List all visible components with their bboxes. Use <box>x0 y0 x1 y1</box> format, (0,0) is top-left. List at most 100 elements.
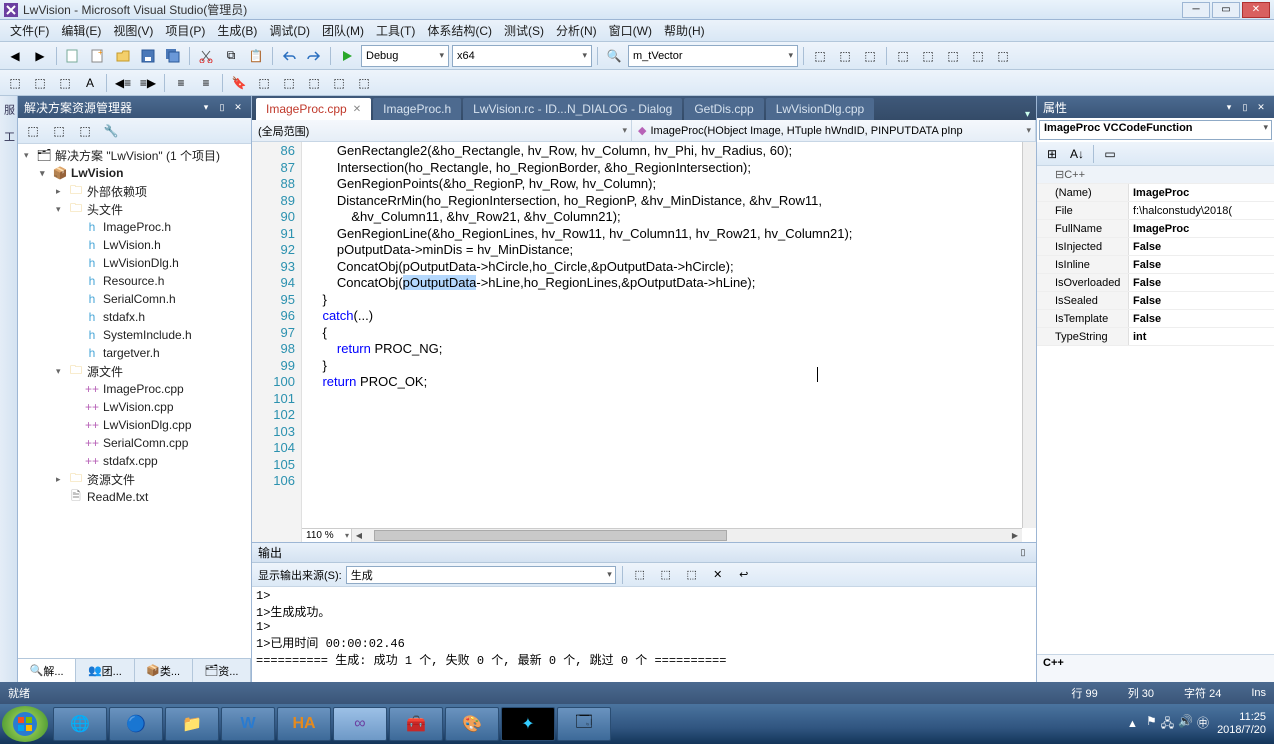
undo-button[interactable] <box>278 45 300 67</box>
sources-folder-node[interactable]: ▾🗀源文件 <box>18 362 251 380</box>
tb2-b3[interactable]: ⬚ <box>278 72 300 94</box>
file-node[interactable]: hLwVision.h <box>18 236 251 254</box>
out-clear-button[interactable]: ✕ <box>707 564 729 586</box>
taskbar-calc[interactable]: 🗔 <box>557 707 611 741</box>
out-wrap-button[interactable]: ↩ <box>733 564 755 586</box>
tray-volume-icon[interactable]: 🔊 <box>1178 714 1193 735</box>
panel-pin-button[interactable]: ▯ <box>215 100 229 114</box>
scope-dropdown[interactable]: (全局范围) <box>252 120 632 141</box>
scroll-right-arrow[interactable]: ▶ <box>1008 529 1022 542</box>
tray-ime-icon[interactable]: ㊥ <box>1197 714 1209 735</box>
close-button[interactable]: ✕ <box>1242 2 1270 18</box>
clock[interactable]: 11:25 2018/7/20 <box>1217 711 1266 737</box>
taskbar-app2[interactable]: 🧰 <box>389 707 443 741</box>
resource-tab[interactable]: 🗂资... <box>193 659 251 682</box>
menu-帮助(H)[interactable]: 帮助(H) <box>658 20 711 41</box>
taskbar-vs[interactable]: ∞ <box>333 707 387 741</box>
file-tab[interactable]: ImageProc.h <box>373 98 461 120</box>
member-dropdown[interactable]: ◆ImageProc(HObject Image, HTuple hWndID,… <box>632 120 1036 141</box>
code-editor[interactable]: 8687888990919293949596979899100101102103… <box>252 142 1036 542</box>
tray-network-icon[interactable]: 🖧 <box>1161 714 1174 735</box>
project-node[interactable]: ▾📦LwVision <box>18 164 251 182</box>
property-row[interactable]: IsSealedFalse <box>1037 292 1274 310</box>
menu-生成(B)[interactable]: 生成(B) <box>211 20 263 41</box>
property-row[interactable]: IsOverloadedFalse <box>1037 274 1274 292</box>
tb2-4[interactable]: A <box>79 72 101 94</box>
menu-测试(S)[interactable]: 测试(S) <box>498 20 550 41</box>
file-node[interactable]: ++ImageProc.cpp <box>18 380 251 398</box>
out-tb2[interactable]: ⬚ <box>655 564 677 586</box>
panel-dropdown-button[interactable]: ▾ <box>199 100 213 114</box>
zoom-dropdown[interactable]: 110 % <box>302 529 352 542</box>
horizontal-scrollbar[interactable]: 110 % ◀ ▶ <box>302 528 1022 542</box>
file-node[interactable]: hLwVisionDlg.h <box>18 254 251 272</box>
vertical-scrollbar[interactable] <box>1022 142 1036 528</box>
property-row[interactable]: IsInlineFalse <box>1037 256 1274 274</box>
config-dropdown[interactable]: Debug <box>361 45 449 67</box>
forward-button[interactable]: ▶ <box>29 45 51 67</box>
menu-调试(D)[interactable]: 调试(D) <box>263 20 316 41</box>
file-tab[interactable]: GetDis.cpp <box>684 98 763 120</box>
uncomment-button[interactable]: ≡ <box>195 72 217 94</box>
taskbar-paint[interactable]: 🎨 <box>445 707 499 741</box>
taskbar-wps[interactable]: W <box>221 707 275 741</box>
property-row[interactable]: (Name)ImageProc <box>1037 184 1274 202</box>
property-row[interactable]: FullNameImageProc <box>1037 220 1274 238</box>
alphabetical-button[interactable]: A↓ <box>1066 143 1088 165</box>
server-explorer-tab[interactable]: 服 <box>0 100 18 119</box>
tb-ext5[interactable]: ⬚ <box>917 45 939 67</box>
paste-button[interactable]: 📋 <box>245 45 267 67</box>
minimize-button[interactable]: ─ <box>1182 2 1210 18</box>
tb-ext7[interactable]: ⬚ <box>967 45 989 67</box>
copy-button[interactable]: ⧉ <box>220 45 242 67</box>
props-object-dropdown[interactable]: ImageProc VCCodeFunction <box>1039 120 1272 140</box>
property-row[interactable]: IsInjectedFalse <box>1037 238 1274 256</box>
hscroll-thumb[interactable] <box>374 530 727 541</box>
props-pages-button[interactable]: ▭ <box>1099 143 1121 165</box>
tb-ext6[interactable]: ⬚ <box>942 45 964 67</box>
tb-ext2[interactable]: ⬚ <box>834 45 856 67</box>
maximize-button[interactable]: ▭ <box>1212 2 1240 18</box>
categorized-button[interactable]: ⊞ <box>1041 143 1063 165</box>
properties-grid[interactable]: ⊟ C++ (Name)ImageProcFilef:\halconstudy\… <box>1037 166 1274 654</box>
property-row[interactable]: Filef:\halconstudy\2018( <box>1037 202 1274 220</box>
external-deps-node[interactable]: ▸🗀外部依赖项 <box>18 182 251 200</box>
props-category[interactable]: ⊟ C++ <box>1037 166 1274 184</box>
tb2-2[interactable]: ⬚ <box>29 72 51 94</box>
tb2-b6[interactable]: ⬚ <box>353 72 375 94</box>
taskbar-app3[interactable]: ✦ <box>501 707 555 741</box>
toolbox-tab[interactable]: 工 <box>0 127 18 146</box>
props-close-button[interactable]: ✕ <box>1254 100 1268 114</box>
tb2-3[interactable]: ⬚ <box>54 72 76 94</box>
file-node[interactable]: ++SerialComn.cpp <box>18 434 251 452</box>
properties-button[interactable]: 🔧 <box>100 120 122 142</box>
file-node[interactable]: htargetver.h <box>18 344 251 362</box>
add-item-button[interactable]: + <box>87 45 109 67</box>
taskbar-ie[interactable]: 🌐 <box>53 707 107 741</box>
tb-ext3[interactable]: ⬚ <box>859 45 881 67</box>
start-button[interactable] <box>2 706 48 742</box>
output-pin-button[interactable]: ▯ <box>1016 546 1030 560</box>
menu-编辑(E)[interactable]: 编辑(E) <box>55 20 107 41</box>
system-tray[interactable]: ▲ ⚑ 🖧 🔊 ㊥ 11:25 2018/7/20 <box>1127 711 1272 737</box>
scroll-left-arrow[interactable]: ◀ <box>352 529 366 542</box>
file-node[interactable]: hImageProc.h <box>18 218 251 236</box>
props-pin-button[interactable]: ▯ <box>1238 100 1252 114</box>
out-tb3[interactable]: ⬚ <box>681 564 703 586</box>
new-project-button[interactable] <box>62 45 84 67</box>
menu-窗口(W)[interactable]: 窗口(W) <box>603 20 658 41</box>
tabs-overflow-button[interactable]: ▾ <box>1019 109 1036 120</box>
output-source-dropdown[interactable]: 生成 <box>346 566 616 584</box>
menu-项目(P)[interactable]: 项目(P) <box>159 20 211 41</box>
file-node[interactable]: ++LwVision.cpp <box>18 398 251 416</box>
tb2-b2[interactable]: ⬚ <box>253 72 275 94</box>
exp-tb3[interactable]: ⬚ <box>74 120 96 142</box>
file-node[interactable]: 🗎ReadMe.txt <box>18 488 251 506</box>
tb-ext4[interactable]: ⬚ <box>892 45 914 67</box>
tb-ext1[interactable]: ⬚ <box>809 45 831 67</box>
tb2-b5[interactable]: ⬚ <box>328 72 350 94</box>
cut-button[interactable] <box>195 45 217 67</box>
increase-indent-button[interactable]: ≡▶ <box>137 72 159 94</box>
taskbar-media[interactable]: 🔵 <box>109 707 163 741</box>
solution-node[interactable]: ▾🗂解决方案 "LwVision" (1 个项目) <box>18 146 251 164</box>
